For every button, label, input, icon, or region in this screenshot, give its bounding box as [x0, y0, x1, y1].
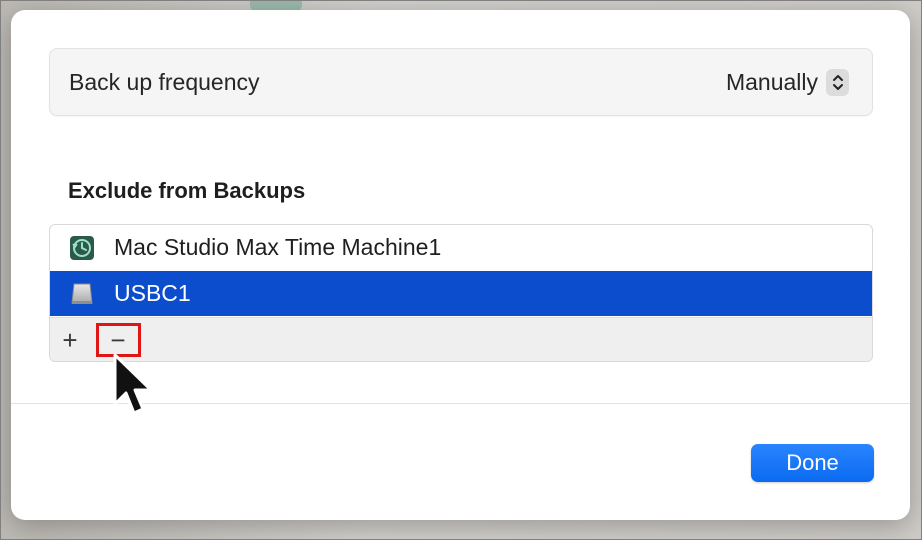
- time-machine-icon: [68, 234, 96, 262]
- remove-exclusion-button[interactable]: −: [98, 324, 138, 356]
- external-drive-icon: [68, 280, 96, 308]
- list-item[interactable]: Mac Studio Max Time Machine1: [50, 225, 872, 270]
- backup-frequency-label: Back up frequency: [69, 69, 260, 95]
- add-exclusion-button[interactable]: +: [50, 324, 90, 356]
- backup-options-dialog: Back up frequency Manually Exclude from …: [11, 10, 910, 520]
- backup-frequency-row: Back up frequency Manually: [49, 48, 873, 116]
- divider: [11, 403, 910, 404]
- list-item-label: Mac Studio Max Time Machine1: [114, 234, 442, 260]
- list-item-selected[interactable]: USBC1: [50, 271, 872, 316]
- done-button[interactable]: Done: [751, 444, 874, 482]
- backup-frequency-popup[interactable]: Manually: [726, 67, 849, 97]
- up-down-chevron-icon: [826, 68, 849, 96]
- backup-frequency-value: Manually: [725, 68, 818, 95]
- list-toolbar: + −: [50, 317, 872, 361]
- exclusion-list: Mac Studio Max Time Machine1 USBC1 + −: [49, 224, 873, 362]
- exclude-section-title: Exclude from Backups: [68, 178, 306, 203]
- list-item-label: USBC1: [114, 280, 191, 306]
